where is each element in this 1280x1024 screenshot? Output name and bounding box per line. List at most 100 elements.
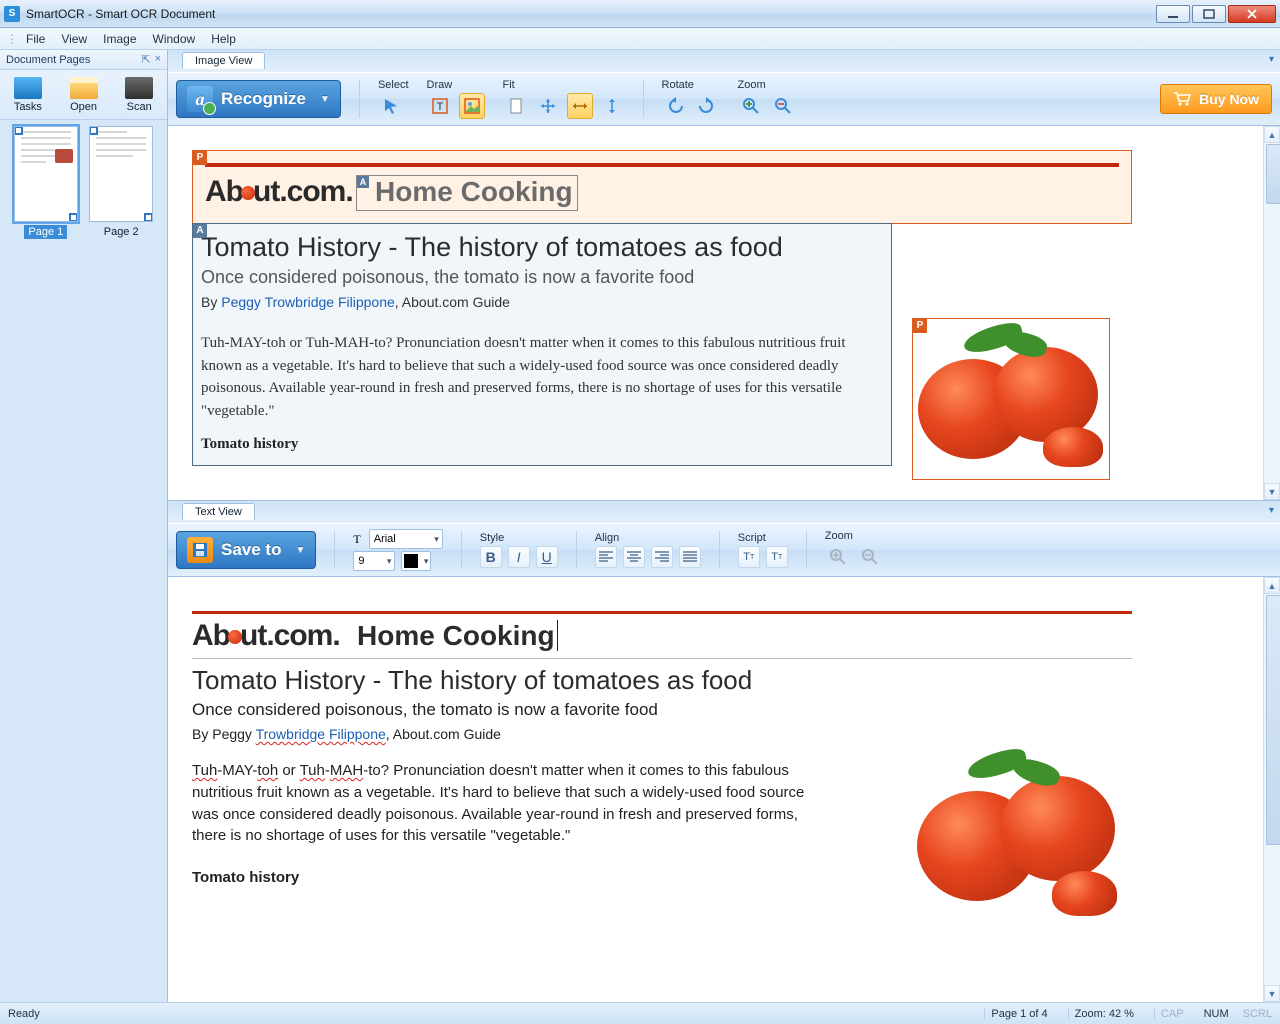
region-tag: A [193,224,207,238]
group-zoom: Zoom [738,79,796,119]
recognize-button[interactable]: a Recognize ▼ [176,80,341,118]
bold-button[interactable]: B [480,546,502,568]
zoom-in-icon[interactable] [738,93,764,119]
sidebar-title: Document Pages [6,54,90,66]
image-view-pane: Image View ▾ a Recognize ▼ Select Draw T [168,50,1280,501]
picture-region-header[interactable]: P Abut.com. AHome Cooking [192,150,1132,224]
menu-file[interactable]: File [18,30,53,48]
status-bar: Ready Page 1 of 4 Zoom: 42 % CAP NUM SCR… [0,1002,1280,1024]
group-label: Zoom [738,79,796,91]
author-link[interactable]: Peggy Trowbridge Filippone [221,294,395,310]
rotate-right-icon[interactable] [694,93,720,119]
align-right-button[interactable] [651,546,673,568]
maximize-button[interactable] [1192,5,1226,23]
status-ready: Ready [8,1008,40,1020]
rotate-left-icon[interactable] [662,93,688,119]
tasks-icon [14,77,42,99]
article-byline: By Peggy Trowbridge Filippone, About.com… [192,726,1132,742]
thumbnail-label: Page 2 [100,225,143,239]
font-family-select[interactable]: Arial [369,529,443,549]
text-view-toolbar: Save to ▼ Ƭ Arial 9 Style [168,523,1280,577]
pin-icon[interactable]: ⇱ [141,53,150,66]
group-select: Select [378,79,409,119]
align-justify-button[interactable] [679,546,701,568]
vertical-scrollbar[interactable]: ▲▼ [1263,126,1280,500]
color-swatch [404,554,418,568]
thumbnail-page-1[interactable]: Page 1 [10,126,82,239]
thumbnail-page-2[interactable]: Page 2 [85,126,157,239]
scan-label: Scan [127,101,152,113]
group-font: Ƭ Arial 9 [353,529,442,571]
tasks-button[interactable]: Tasks [8,75,48,115]
draw-text-region-icon[interactable]: T [427,93,453,119]
article-title: Tomato History - The history of tomatoes… [201,232,883,263]
text-document-area[interactable]: Abut.com. Home Cooking Tomato History - … [168,577,1280,1002]
group-style: Style B I U [480,532,558,568]
tab-image-view[interactable]: Image View [182,52,265,69]
text-region-section[interactable]: AHome Cooking [356,175,578,211]
font-size-select[interactable]: 9 [353,551,395,571]
divider [192,658,1132,659]
section-title: Home Cooking [375,176,573,207]
align-center-button[interactable] [623,546,645,568]
group-label: Align [595,532,701,544]
image-document-area[interactable]: P Abut.com. AHome Cooking A Tomato Histo… [168,126,1280,500]
picture-region-tomato[interactable]: P [912,318,1110,480]
group-label: Style [480,532,558,544]
group-label: Rotate [662,79,720,91]
minimize-button[interactable] [1156,5,1190,23]
zoom-in-icon[interactable] [825,544,851,570]
menu-view[interactable]: View [53,30,95,48]
superscript-button[interactable]: TT [738,546,760,568]
fit-page-icon[interactable] [503,93,529,119]
save-icon [187,537,213,563]
tab-text-view[interactable]: Text View [182,503,255,520]
folder-icon [70,77,98,99]
subscript-button[interactable]: TT [766,546,788,568]
buy-now-button[interactable]: Buy Now [1160,84,1272,114]
group-label: Draw [427,79,485,91]
menu-window[interactable]: Window [145,30,204,48]
pointer-tool-icon[interactable] [378,93,404,119]
italic-button[interactable]: I [508,546,530,568]
menu-help[interactable]: Help [203,30,244,48]
menu-image[interactable]: Image [95,30,144,48]
status-scrl: SCRL [1243,1008,1272,1020]
zoom-out-icon[interactable] [857,544,883,570]
author-link[interactable]: Trowbridge Filippone [256,726,386,742]
vertical-scrollbar[interactable]: ▲▼ [1263,577,1280,1002]
article-title: Tomato History - The history of tomatoes… [192,665,1132,696]
fit-width-icon[interactable] [567,93,593,119]
font-color-picker[interactable] [401,551,431,571]
page-thumbnails: Page 1 Page 2 [0,120,167,1002]
group-label: Fit [503,79,625,91]
close-button[interactable] [1228,5,1276,23]
zoom-out-icon[interactable] [770,93,796,119]
fit-both-icon[interactable] [535,93,561,119]
group-fit: Fit [503,79,625,119]
status-zoom: Zoom: 42 % [1068,1008,1140,1020]
image-view-toolbar: a Recognize ▼ Select Draw T F [168,72,1280,126]
sidebar-header: Document Pages ⇱ × [0,50,167,70]
scan-button[interactable]: Scan [119,75,159,115]
close-panel-icon[interactable]: × [155,53,161,66]
text-region-article[interactable]: A Tomato History - The history of tomato… [192,223,892,466]
article-subtitle: Once considered poisonous, the tomato is… [192,700,1132,720]
group-script: Script TT TT [738,532,788,568]
article-subheading: Tomato history [201,436,883,453]
group-rotate: Rotate [662,79,720,119]
tasks-label: Tasks [14,101,42,113]
fit-height-icon[interactable] [599,93,625,119]
article-paragraph: Tuh-MAY-toh or Tuh-MAH-to? Pronunciation… [192,760,812,847]
titlebar: S SmartOCR - Smart OCR Document [0,0,1280,28]
pane-menu-icon[interactable]: ▾ [1269,54,1274,65]
pane-menu-icon[interactable]: ▾ [1269,505,1274,516]
buy-now-label: Buy Now [1199,91,1259,107]
draw-picture-region-icon[interactable] [459,93,485,119]
recognize-label: Recognize [221,89,306,109]
save-to-button[interactable]: Save to ▼ [176,531,316,569]
align-left-button[interactable] [595,546,617,568]
menubar-grip: ⋮ [6,32,16,46]
open-button[interactable]: Open [64,75,104,115]
underline-button[interactable]: U [536,546,558,568]
